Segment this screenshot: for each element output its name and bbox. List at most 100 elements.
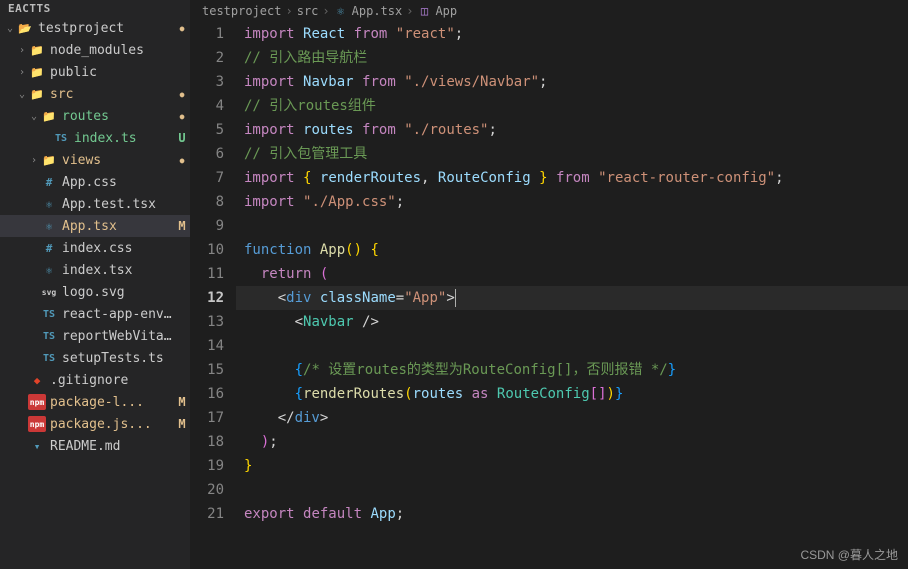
line-number: 10 — [190, 238, 224, 262]
file-tree: ⌄📂testproject●›📁node_modules›📁public⌄📁sr… — [0, 17, 190, 569]
git-status-badge: M — [174, 417, 190, 431]
tree-item-appcss[interactable]: #App.css — [0, 171, 190, 193]
code-line[interactable] — [236, 214, 908, 238]
tree-item-src[interactable]: ⌄📁 src● — [0, 83, 190, 105]
git-status-badge: ● — [174, 24, 190, 33]
git-status-badge: ● — [174, 112, 190, 121]
code-line[interactable]: export default App; — [236, 502, 908, 526]
tree-item-label: logo.svg — [62, 285, 174, 300]
line-number: 6 — [190, 142, 224, 166]
tree-item-gitignore[interactable]: ◆.gitignore — [0, 369, 190, 391]
line-number: 9 — [190, 214, 224, 238]
code-area[interactable]: import React from "react";// 引入路由导航栏impo… — [236, 22, 908, 569]
tree-item-label: App.test.tsx — [62, 197, 174, 212]
tree-item-readmemd[interactable]: ▾ README.md — [0, 435, 190, 457]
svg-icon: svg — [40, 284, 58, 300]
line-number: 16 — [190, 382, 224, 406]
tree-item-label: package.js... — [50, 417, 174, 432]
line-number: 18 — [190, 430, 224, 454]
tree-item-routes[interactable]: ⌄📁routes● — [0, 105, 190, 127]
line-number: 21 — [190, 502, 224, 526]
code-line[interactable]: import Navbar from "./views/Navbar"; — [236, 70, 908, 94]
code-line[interactable]: // 引入routes组件 — [236, 94, 908, 118]
crumb-symbol[interactable]: ◫ App — [417, 4, 457, 18]
tree-item-indexcss[interactable]: #index.css — [0, 237, 190, 259]
md-icon: ▾ — [28, 438, 46, 454]
line-number: 8 — [190, 190, 224, 214]
folder-green-icon: 📁 — [28, 86, 46, 102]
line-number: 20 — [190, 478, 224, 502]
tree-item-public[interactable]: ›📁 public — [0, 61, 190, 83]
tree-item-setupteststs[interactable]: TSsetupTests.ts — [0, 347, 190, 369]
tree-item-reactappenv[interactable]: TSreact-app-env.... — [0, 303, 190, 325]
chevron-right-icon[interactable]: › — [16, 45, 28, 56]
tree-item-views[interactable]: ›📁views● — [0, 149, 190, 171]
code-line[interactable]: </div> — [236, 406, 908, 430]
line-number: 11 — [190, 262, 224, 286]
css-icon: # — [40, 174, 58, 190]
tree-item-label: react-app-env.... — [62, 307, 174, 322]
tree-item-testproject[interactable]: ⌄📂testproject● — [0, 17, 190, 39]
chevron-right-icon[interactable]: › — [16, 67, 28, 78]
tree-item-apptsx[interactable]: ⚛App.tsxM — [0, 215, 190, 237]
tree-item-indextsx[interactable]: ⚛index.tsx — [0, 259, 190, 281]
code-line[interactable] — [236, 478, 908, 502]
ts-icon: TS — [40, 328, 58, 344]
tree-item-label: README.md — [50, 439, 174, 454]
git-status-badge: ● — [174, 90, 190, 99]
tree-item-packagel[interactable]: npmpackage-l...M — [0, 391, 190, 413]
tree-item-packagejs[interactable]: npmpackage.js...M — [0, 413, 190, 435]
git-status-badge: M — [174, 395, 190, 409]
explorer-sidebar: EACTTS ⌄📂testproject●›📁node_modules›📁pub… — [0, 0, 190, 569]
crumb-src[interactable]: src — [297, 4, 319, 18]
react-icon: ⚛ — [40, 262, 58, 278]
chevron-down-icon[interactable]: ⌄ — [28, 111, 40, 122]
line-number: 4 — [190, 94, 224, 118]
tree-item-label: public — [50, 65, 174, 80]
chevron-down-icon[interactable]: ⌄ — [16, 89, 28, 100]
chevron-right-icon: › — [322, 4, 329, 18]
react-icon: ⚛ — [40, 218, 58, 234]
code-line[interactable]: ); — [236, 430, 908, 454]
code-line[interactable]: import { renderRoutes, RouteConfig } fro… — [236, 166, 908, 190]
code-line[interactable]: // 引入包管理工具 — [236, 142, 908, 166]
tree-item-apptesttsx[interactable]: ⚛App.test.tsx — [0, 193, 190, 215]
code-line[interactable]: <Navbar /> — [236, 310, 908, 334]
git-status-badge: M — [174, 219, 190, 233]
git-status-badge: U — [174, 131, 190, 145]
tree-item-label: .gitignore — [50, 373, 174, 388]
line-number: 13 — [190, 310, 224, 334]
tree-item-nodemodules[interactable]: ›📁node_modules — [0, 39, 190, 61]
crumb-testproject[interactable]: testproject — [202, 4, 281, 18]
code-editor[interactable]: 123456789101112131415161718192021 import… — [190, 22, 908, 569]
tree-item-reportwebvital[interactable]: TSreportWebVital... — [0, 325, 190, 347]
code-line[interactable]: import React from "react"; — [236, 22, 908, 46]
tree-item-label: routes — [62, 109, 174, 124]
code-line[interactable] — [236, 334, 908, 358]
code-line[interactable]: // 引入路由导航栏 — [236, 46, 908, 70]
breadcrumb[interactable]: testproject › src › ⚛ App.tsx › ◫ App — [190, 0, 908, 22]
code-line[interactable]: return ( — [236, 262, 908, 286]
chevron-down-icon[interactable]: ⌄ — [4, 23, 16, 34]
code-line[interactable]: import routes from "./routes"; — [236, 118, 908, 142]
line-number: 12 — [190, 286, 224, 310]
tree-item-indexts[interactable]: TSindex.tsU — [0, 127, 190, 149]
chevron-right-icon: › — [406, 4, 413, 18]
tree-item-label: index.css — [62, 241, 174, 256]
code-line[interactable]: {renderRoutes(routes as RouteConfig[])} — [236, 382, 908, 406]
tree-item-label: package-l... — [50, 395, 174, 410]
tree-item-label: views — [62, 153, 174, 168]
code-line[interactable]: {/* 设置routes的类型为RouteConfig[]，否则报错 */} — [236, 358, 908, 382]
react-icon: ⚛ — [334, 4, 348, 18]
code-line[interactable]: } — [236, 454, 908, 478]
chevron-right-icon[interactable]: › — [28, 155, 40, 166]
crumb-file[interactable]: ⚛ App.tsx — [334, 4, 403, 18]
line-number: 3 — [190, 70, 224, 94]
code-line[interactable]: <div className="App"> — [236, 286, 908, 310]
folder-icon: 📁 — [28, 64, 46, 80]
tree-item-label: src — [50, 87, 174, 102]
tree-item-label: testproject — [38, 21, 174, 36]
tree-item-logosvg[interactable]: svg logo.svg — [0, 281, 190, 303]
code-line[interactable]: import "./App.css"; — [236, 190, 908, 214]
code-line[interactable]: function App() { — [236, 238, 908, 262]
